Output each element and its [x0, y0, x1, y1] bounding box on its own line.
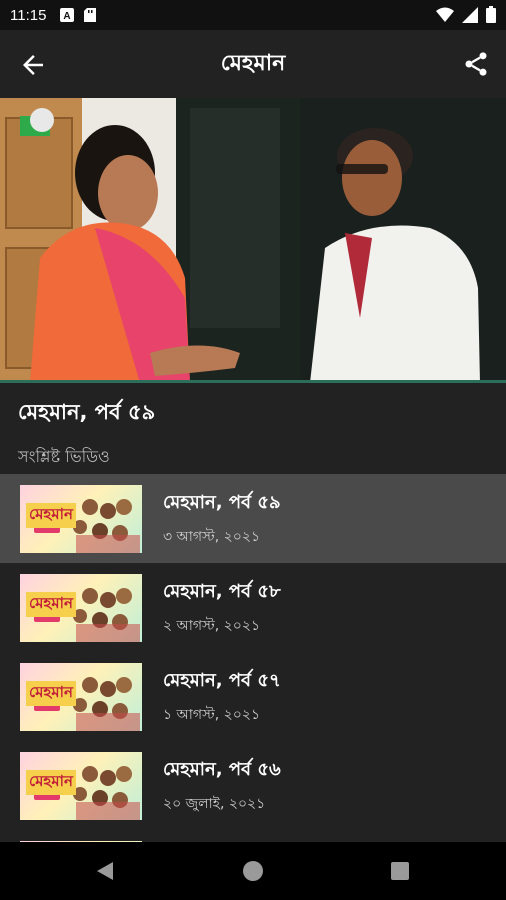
share-icon[interactable] — [462, 50, 490, 78]
related-videos-list[interactable]: মেহমান মেহমান, পর্ব ৫৯ ৩ আগস্ট, ২০২১ মেহ… — [0, 474, 506, 842]
thumbnail-text: মেহমান — [26, 769, 76, 795]
battery-icon — [486, 6, 496, 23]
nav-recents-icon[interactable] — [388, 859, 412, 883]
app-bar: মেহমান — [0, 30, 506, 98]
svg-text:A: A — [64, 11, 71, 22]
list-item[interactable]: মেহমান মেহমান, পর্ব ৫৯ ৩ আগস্ট, ২০২১ — [0, 474, 506, 563]
video-progress-bar — [0, 380, 506, 383]
wifi-icon — [436, 7, 454, 22]
video-item-title: মেহমান, পর্ব ৫৯ — [163, 492, 281, 513]
video-frame — [0, 98, 506, 383]
list-item[interactable]: মেহমান মেহমান, পর্ব ৫৬ ২০ জুলাই, ২০২১ — [0, 741, 506, 830]
status-bar: 11:15 A — [0, 0, 506, 30]
video-item-date: ১ আগস্ট, ২০২১ — [163, 707, 261, 723]
video-thumbnail: মেহমান — [20, 662, 142, 731]
list-item[interactable]: মেহমান মেহমান, পর্ব ৫৮ ২ আগস্ট, ২০২১ — [0, 563, 506, 652]
page-title: মেহমান — [220, 50, 286, 76]
list-item[interactable]: মেহমান মেহমান, পর্ব ৫৭ ১ আগস্ট, ২০২১ — [0, 652, 506, 741]
nav-back-icon[interactable] — [93, 859, 117, 883]
video-item-title: মেহমান, পর্ব ৫৮ — [163, 581, 281, 602]
nav-home-icon[interactable] — [241, 859, 265, 883]
sd-card-icon — [84, 8, 97, 22]
video-item-date: ৩ আগস্ট, ২০২১ — [163, 529, 261, 545]
video-thumbnail: মেহমান — [20, 751, 142, 820]
video-title: মেহমান, পর্ব ৫৯ — [18, 400, 156, 424]
video-item-title: মেহমান, পর্ব ৫৭ — [163, 670, 281, 691]
video-item-date: ২ আগস্ট, ২০২১ — [163, 618, 261, 634]
video-player[interactable] — [0, 98, 506, 383]
thumbnail-text: মেহমান — [26, 680, 76, 706]
thumbnail-text: মেহমান — [26, 502, 76, 528]
video-item-title: মেহমান, পর্ব ৫৬ — [163, 759, 281, 780]
signal-icon — [462, 6, 478, 23]
status-time: 11:15 — [10, 6, 47, 24]
video-thumbnail: মেহমান — [20, 573, 142, 642]
list-item[interactable] — [0, 830, 506, 842]
related-videos-label: সংশ্লিষ্ট ভিডিও — [18, 447, 110, 466]
arrow-back-icon[interactable] — [18, 50, 48, 80]
a-icon: A — [60, 8, 75, 22]
navigation-bar — [0, 842, 506, 900]
thumbnail-text: মেহমান — [26, 591, 76, 617]
video-thumbnail: মেহমান — [20, 484, 142, 553]
video-item-date: ২০ জুলাই, ২০২১ — [163, 796, 266, 812]
